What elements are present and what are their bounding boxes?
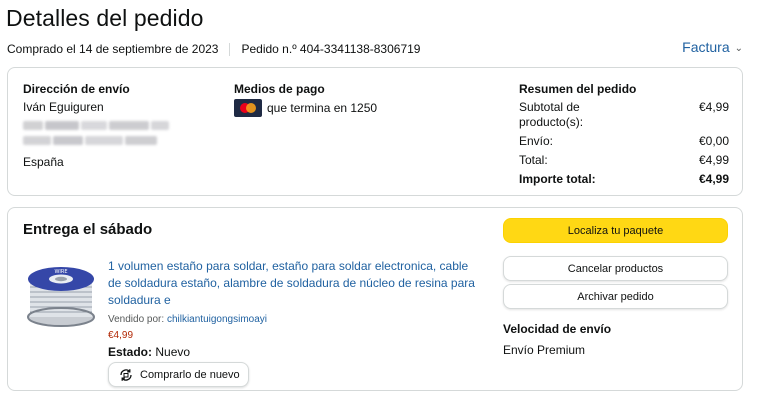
summary-label: Subtotal de producto(s):: [519, 100, 584, 129]
mastercard-icon: [234, 99, 262, 117]
card-ending: que termina en 1250: [267, 101, 378, 115]
shipping-name: Iván Eguiguren: [23, 100, 104, 114]
shipping-speed-heading: Velocidad de envío: [503, 322, 612, 336]
invoice-dropdown[interactable]: Factura ⌄: [682, 39, 743, 55]
payment-method: que termina en 1250: [234, 99, 377, 117]
payment-heading: Medios de pago: [234, 82, 325, 96]
track-package-button[interactable]: Localiza tu paquete: [503, 218, 728, 243]
shipping-heading: Dirección de envío: [23, 82, 130, 96]
order-actions: Localiza tu paquete Cancelar productos A…: [503, 218, 728, 357]
repeat-purchase-icon: [120, 368, 132, 381]
summary-value: €4,99: [698, 100, 729, 114]
condition-value: Nuevo: [155, 345, 191, 359]
summary-row-grand-total: Importe total: €4,99: [519, 172, 729, 187]
product-info: 1 volumen estaño para soldar, estaño par…: [108, 258, 476, 388]
summary-heading: Resumen del pedido: [519, 82, 637, 96]
delivery-card: Entrega el sábado WIRE 1 volumen estaño …: [7, 207, 743, 391]
product-price: €4,99: [108, 330, 134, 341]
sold-by-label: Vendido por:: [108, 314, 165, 325]
seller-line: Vendido por: chilkiantuigongsimoayi: [108, 314, 476, 325]
seller-link[interactable]: chilkiantuigongsimoayi: [167, 314, 267, 325]
product-image[interactable]: WIRE: [24, 259, 98, 333]
summary-value: €0,00: [698, 134, 729, 148]
shipping-speed-value: Envío Premium: [503, 343, 586, 357]
summary-label: Importe total:: [519, 172, 596, 186]
summary-value: €4,99: [698, 172, 729, 186]
chevron-down-icon: ⌄: [734, 42, 743, 54]
shipping-country: España: [23, 155, 64, 169]
archive-order-button[interactable]: Archivar pedido: [503, 284, 728, 309]
order-info-card: Dirección de envío Iván Eguiguren España…: [7, 67, 743, 196]
product-title-link[interactable]: 1 volumen estaño para soldar, estaño par…: [108, 258, 476, 309]
solder-spool-icon: WIRE: [27, 267, 95, 327]
divider: [229, 42, 231, 56]
svg-text:WIRE: WIRE: [54, 269, 67, 275]
condition-label: Estado:: [108, 345, 153, 359]
summary-row-total: Total: €4,99: [519, 153, 729, 168]
purchase-date: Comprado el 14 de septiembre de 2023: [7, 42, 219, 56]
payment-section: Medios de pago que termina en 1250: [234, 82, 377, 117]
buy-again-button[interactable]: Comprarlo de nuevo: [108, 362, 249, 387]
summary-label: Total:: [519, 153, 548, 167]
product-condition: Estado: Nuevo: [108, 345, 476, 359]
invoice-label: Factura: [682, 39, 730, 55]
summary-row-shipping: Envío: €0,00: [519, 134, 729, 149]
cancel-items-button[interactable]: Cancelar productos: [503, 256, 728, 281]
shipping-address-section: Dirección de envío Iván Eguiguren España: [23, 82, 169, 169]
delivery-title: Entrega el sábado: [23, 221, 153, 238]
order-summary-section: Resumen del pedido Subtotal de producto(…: [519, 82, 729, 187]
page-title: Detalles del pedido: [6, 5, 204, 31]
order-subheader: Comprado el 14 de septiembre de 2023 Ped…: [7, 42, 420, 56]
order-number: Pedido n.º 404-3341138-8306719: [241, 42, 421, 56]
redacted-address: [23, 119, 169, 151]
summary-row-subtotal: Subtotal de producto(s): €4,99: [519, 100, 729, 130]
summary-label: Envío:: [519, 134, 554, 148]
summary-value: €4,99: [698, 153, 729, 167]
buy-again-label: Comprarlo de nuevo: [140, 368, 240, 381]
